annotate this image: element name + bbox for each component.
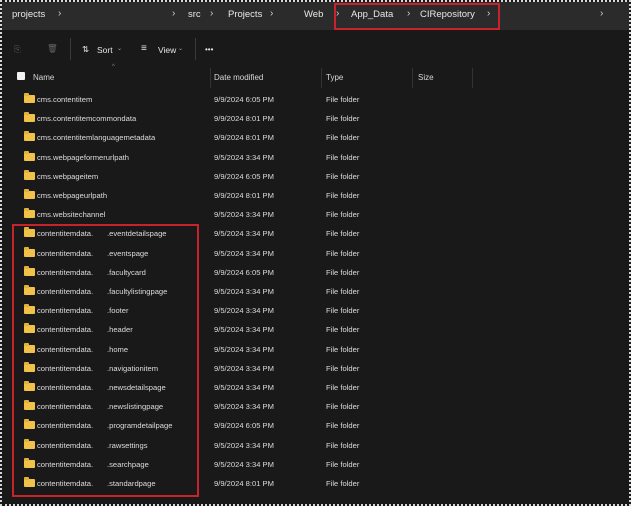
file-type: File folder (326, 229, 360, 239)
breadcrumb-src[interactable]: src (188, 9, 201, 20)
select-all-checkbox[interactable] (17, 72, 25, 80)
file-type: File folder (326, 306, 360, 316)
file-type: File folder (326, 210, 360, 220)
chevron-right-icon[interactable]: › (58, 8, 61, 19)
file-type: File folder (326, 383, 360, 392)
column-divider[interactable] (210, 68, 211, 88)
file-name: cms.webpageitem (37, 171, 99, 181)
file-type: File folder (326, 95, 360, 104)
more-options-button[interactable]: ••• (205, 45, 213, 54)
file-date: 9/5/2024 3:34 PM (214, 344, 274, 354)
file-type: File folder (326, 287, 360, 296)
sort-icon[interactable]: ⇅ (82, 44, 89, 55)
file-name: cms.webpageurlpath (37, 191, 108, 200)
file-type: File folder (326, 402, 360, 412)
file-row[interactable]: cms.websitechannel 9/5/2024 3:34 PM File f… (2, 205, 629, 224)
share-icon[interactable]: ⎘ (14, 44, 21, 55)
column-divider[interactable] (321, 68, 322, 88)
file-row[interactable]: cms.webpageurlpath 9/9/2024 8:01 PM File f… (2, 186, 629, 205)
file-date: 9/9/2024 6:05 PM (214, 171, 274, 181)
file-date: 9/5/2024 3:34 PM (214, 152, 274, 162)
file-name: cms.contentitemlanguagemetadata (37, 133, 156, 143)
file-name: cms.contentitemcommondata (37, 114, 137, 124)
file-row[interactable]: cms.contentitemlanguagemetadata 9/9/2024 … (2, 128, 629, 147)
file-type: File folder (326, 421, 360, 431)
chevron-right-icon[interactable]: › (210, 8, 213, 19)
toolbar-divider (195, 38, 196, 60)
file-date: 9/5/2024 3:34 PM (214, 287, 274, 296)
file-date: 9/5/2024 3:34 PM (214, 229, 274, 239)
file-date: 9/5/2024 3:34 PM (214, 210, 274, 220)
file-date: 9/5/2024 3:34 PM (214, 402, 274, 412)
toolbar-divider (70, 38, 71, 60)
file-type: File folder (326, 440, 360, 450)
chevron-right-icon[interactable]: › (172, 8, 175, 19)
file-type: File folder (326, 363, 360, 373)
file-date: 9/5/2024 3:34 PM (214, 459, 274, 469)
column-header-size[interactable]: Size (418, 73, 434, 82)
column-header-date[interactable]: Date modified (214, 73, 263, 82)
folder-icon (24, 93, 35, 103)
file-date: 9/9/2024 6:05 PM (214, 267, 274, 277)
folder-icon (24, 112, 35, 123)
folder-icon (24, 131, 35, 142)
folder-icon (24, 189, 35, 199)
file-name: cms.webpageformerurlpath (37, 152, 130, 162)
file-type: File folder (326, 171, 360, 181)
column-header-name[interactable]: Name (33, 73, 54, 82)
delete-icon[interactable]: 🗑 (47, 43, 58, 54)
breadcrumb-projects-folder[interactable]: Projects (228, 9, 262, 20)
file-date: 9/9/2024 6:05 PM (214, 421, 274, 431)
column-divider[interactable] (472, 68, 473, 88)
file-date: 9/5/2024 3:34 PM (214, 363, 274, 373)
breadcrumb-web[interactable]: Web (304, 9, 323, 20)
file-date: 9/5/2024 3:34 PM (214, 440, 274, 450)
file-type: File folder (326, 344, 360, 354)
folder-icon (24, 169, 35, 180)
chevron-right-icon[interactable]: › (600, 8, 603, 19)
file-type: File folder (326, 191, 360, 200)
view-icon[interactable]: ≡ (141, 43, 147, 54)
file-type: File folder (326, 114, 360, 124)
file-row[interactable]: cms.webpageformerurlpath 9/5/2024 3:34 PM… (2, 148, 629, 167)
file-name: cms.contentitem (37, 95, 93, 104)
file-date: 9/9/2024 8:01 PM (214, 191, 274, 200)
folder-icon (24, 150, 35, 161)
sort-button[interactable]: Sort (97, 45, 113, 55)
highlight-box-path (334, 3, 500, 30)
file-row[interactable]: cms.webpageitem 9/9/2024 6:05 PM File fold… (2, 167, 629, 186)
file-date: 9/9/2024 8:01 PM (214, 114, 274, 124)
sort-ascending-icon: ^ (112, 64, 115, 70)
file-type: File folder (326, 267, 360, 277)
file-row[interactable]: cms.contentitem 9/9/2024 6:05 PM File fold… (2, 90, 629, 109)
column-divider[interactable] (412, 68, 413, 88)
file-date: 9/5/2024 3:34 PM (214, 248, 274, 258)
file-name: cms.websitechannel (37, 210, 106, 220)
file-type: File folder (326, 152, 360, 162)
file-type: File folder (326, 133, 360, 143)
view-button[interactable]: View (158, 45, 176, 55)
file-type: File folder (326, 459, 360, 469)
column-header-type[interactable]: Type (326, 73, 343, 82)
file-type: File folder (326, 248, 360, 258)
file-type: File folder (326, 479, 360, 488)
file-date: 9/9/2024 6:05 PM (214, 95, 274, 104)
breadcrumb-projects[interactable]: projects (12, 9, 45, 20)
highlight-box-files (12, 224, 199, 497)
file-row[interactable]: cms.contentitemcommondata 9/9/2024 8:01 P… (2, 109, 629, 128)
chevron-down-icon[interactable]: ⌄ (117, 45, 122, 52)
file-date: 9/5/2024 3:34 PM (214, 383, 274, 392)
folder-icon (24, 208, 35, 219)
file-date: 9/5/2024 3:34 PM (214, 325, 274, 335)
chevron-right-icon[interactable]: › (270, 8, 273, 19)
file-date: 9/9/2024 8:01 PM (214, 133, 274, 143)
file-type: File folder (326, 325, 360, 335)
file-date: 9/9/2024 8:01 PM (214, 479, 274, 488)
chevron-down-icon[interactable]: ⌄ (178, 45, 183, 52)
file-date: 9/5/2024 3:34 PM (214, 306, 274, 316)
